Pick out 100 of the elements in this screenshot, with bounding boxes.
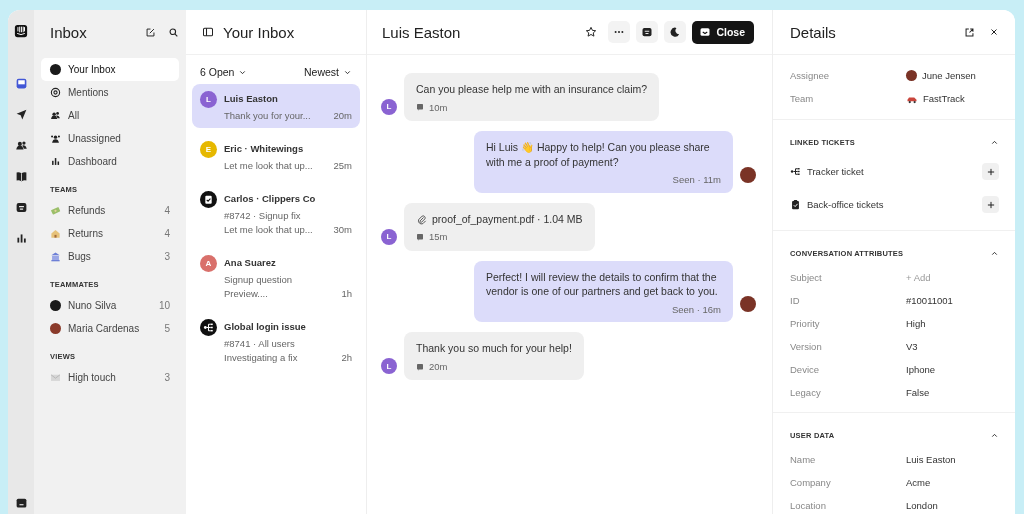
add-button[interactable]	[982, 163, 999, 180]
field-value[interactable]: False	[906, 387, 930, 398]
timestamp: 2h	[341, 352, 352, 363]
more-button[interactable]	[608, 21, 631, 43]
message-preview: Investigating a fix	[224, 352, 298, 363]
conversation-item[interactable]: E Eric · Whitewings Let me look that up... 25m	[192, 134, 360, 178]
field-value[interactable]: Iphone	[906, 364, 936, 375]
message-meta: 10m	[429, 100, 448, 114]
status-dropdown[interactable]: 6 Open	[200, 66, 248, 78]
search-icon[interactable]	[168, 26, 179, 38]
conversation-item[interactable]: Global login issue #8741 · All users Investigating a fix 2h	[192, 312, 360, 370]
field-value[interactable]: FastTrack	[923, 93, 965, 104]
message-preview: #8741 · All users	[224, 338, 295, 349]
field-value[interactable]: #10011001	[906, 295, 953, 306]
paperclip-icon	[416, 213, 427, 225]
conversation-item[interactable]: L Luis Easton Thank you for your... 20m	[192, 84, 360, 128]
contact-name: Ana Suarez	[224, 257, 277, 268]
field-label: Device	[790, 364, 821, 375]
avatar: L	[381, 228, 397, 245]
item-count: 4	[164, 228, 170, 239]
avatar: L	[381, 99, 397, 115]
message-text: Hi Luis 👋 Happy to help! Can you please share with me a proof of payment?	[486, 140, 711, 170]
group-icon	[50, 133, 61, 144]
sidebar-item[interactable]: Dashboard	[41, 150, 179, 173]
linked-ticket-label: Tracker ticket	[807, 166, 865, 177]
inbox-icon[interactable]	[14, 76, 28, 90]
avatar	[50, 300, 61, 311]
add-button[interactable]	[982, 196, 999, 213]
close-button[interactable]: Close	[692, 20, 754, 44]
attachment-link[interactable]: proof_of_payment.pdf · 1.04 MB	[432, 211, 583, 227]
sort-dropdown[interactable]: Newest	[304, 66, 352, 78]
conversation-item[interactable]: A Ana Suarez Signup question Preview.... 1h	[192, 248, 360, 306]
avatar	[50, 323, 61, 334]
field-label: Name	[790, 454, 817, 465]
sidebar-title: Inbox	[50, 23, 88, 41]
field-label: Team	[790, 93, 815, 104]
people-icon	[50, 110, 61, 121]
message-preview: #8742 · Signup fix	[224, 210, 301, 221]
field-value[interactable]: London	[906, 500, 938, 511]
avatar: E	[200, 141, 217, 158]
tracker-icon	[790, 166, 801, 177]
timestamp: 1h	[341, 288, 352, 299]
list-title: Your Inbox	[223, 23, 295, 41]
sidebar-item[interactable]: All	[41, 104, 179, 127]
item-count: 3	[164, 372, 170, 383]
sidebar-item[interactable]: Maria Cardenas 5	[41, 317, 179, 340]
bar-chart-icon	[50, 156, 61, 167]
details-title: Details	[790, 23, 837, 41]
plus-icon	[985, 166, 996, 177]
star-icon	[585, 26, 598, 38]
message-preview: Let me look that up...	[224, 160, 313, 171]
close-icon[interactable]	[989, 27, 999, 37]
sidebar-item[interactable]: Bugs 3	[41, 245, 179, 268]
sidebar-toggle-icon[interactable]	[202, 26, 214, 38]
field-label: Assignee	[790, 70, 831, 81]
sidebar-item[interactable]: Refunds 4	[41, 199, 179, 222]
book-icon[interactable]	[14, 169, 28, 183]
sidebar-item[interactable]: Your Inbox	[41, 58, 179, 81]
conversation-item[interactable]: Carlos · Clippers Co #8742 · Signup fix Let me look that up... 30m	[192, 184, 360, 242]
message-text: Can you please help me with an insurance claim?	[416, 82, 648, 97]
sidebar-item[interactable]: Unassigned	[41, 127, 179, 150]
contact-name: Eric · Whitewings	[224, 143, 305, 154]
field-label: Location	[790, 500, 827, 511]
compose-icon[interactable]	[145, 26, 156, 38]
contact-name: Global login issue	[224, 321, 307, 332]
item-count: 5	[164, 323, 170, 334]
bank-icon	[50, 251, 61, 262]
field-value[interactable]: Luis Easton	[906, 454, 956, 465]
message-text: Perfect! I will review the details to confirm that the vendor is one of our partners and get back to you.	[486, 269, 719, 299]
item-count: 10	[158, 300, 170, 311]
sidebar-item[interactable]: Nuno Silva 10	[41, 294, 179, 317]
contact-name: Luis Easton	[224, 93, 279, 104]
snooze-icon	[669, 26, 682, 38]
message-meta: 15m	[429, 230, 448, 244]
external-link-icon[interactable]	[964, 26, 975, 38]
logo-icon[interactable]	[14, 24, 28, 38]
bar-chart-icon[interactable]	[14, 231, 28, 245]
sidebar-item[interactable]: Mentions	[41, 81, 179, 104]
field-value[interactable]: June Jensen	[922, 70, 976, 81]
avatar	[906, 70, 917, 81]
item-count: 3	[164, 251, 170, 262]
field-value[interactable]: High	[906, 318, 926, 329]
chat-icon[interactable]	[14, 497, 28, 510]
message-meta: Seen · 16m	[671, 303, 721, 317]
message-preview: Signup question	[224, 274, 293, 285]
field-label: Priority	[790, 318, 821, 329]
note-icon	[416, 103, 424, 112]
tracker-icon	[200, 319, 217, 336]
ticket-button[interactable]	[636, 21, 659, 43]
message-meta: Seen · 11m	[672, 173, 721, 187]
avatar	[740, 296, 756, 313]
sidebar-item[interactable]: Returns 4	[41, 222, 179, 245]
money-icon	[50, 205, 61, 216]
snooze-button[interactable]	[664, 21, 687, 43]
field-value[interactable]: Acme	[906, 477, 931, 488]
paper-plane-icon[interactable]	[14, 107, 28, 121]
ticket-icon[interactable]	[14, 200, 28, 214]
sidebar-item[interactable]: High touch 3	[41, 366, 179, 389]
field-value[interactable]: V3	[906, 341, 918, 352]
at-sign-icon	[50, 87, 61, 98]
